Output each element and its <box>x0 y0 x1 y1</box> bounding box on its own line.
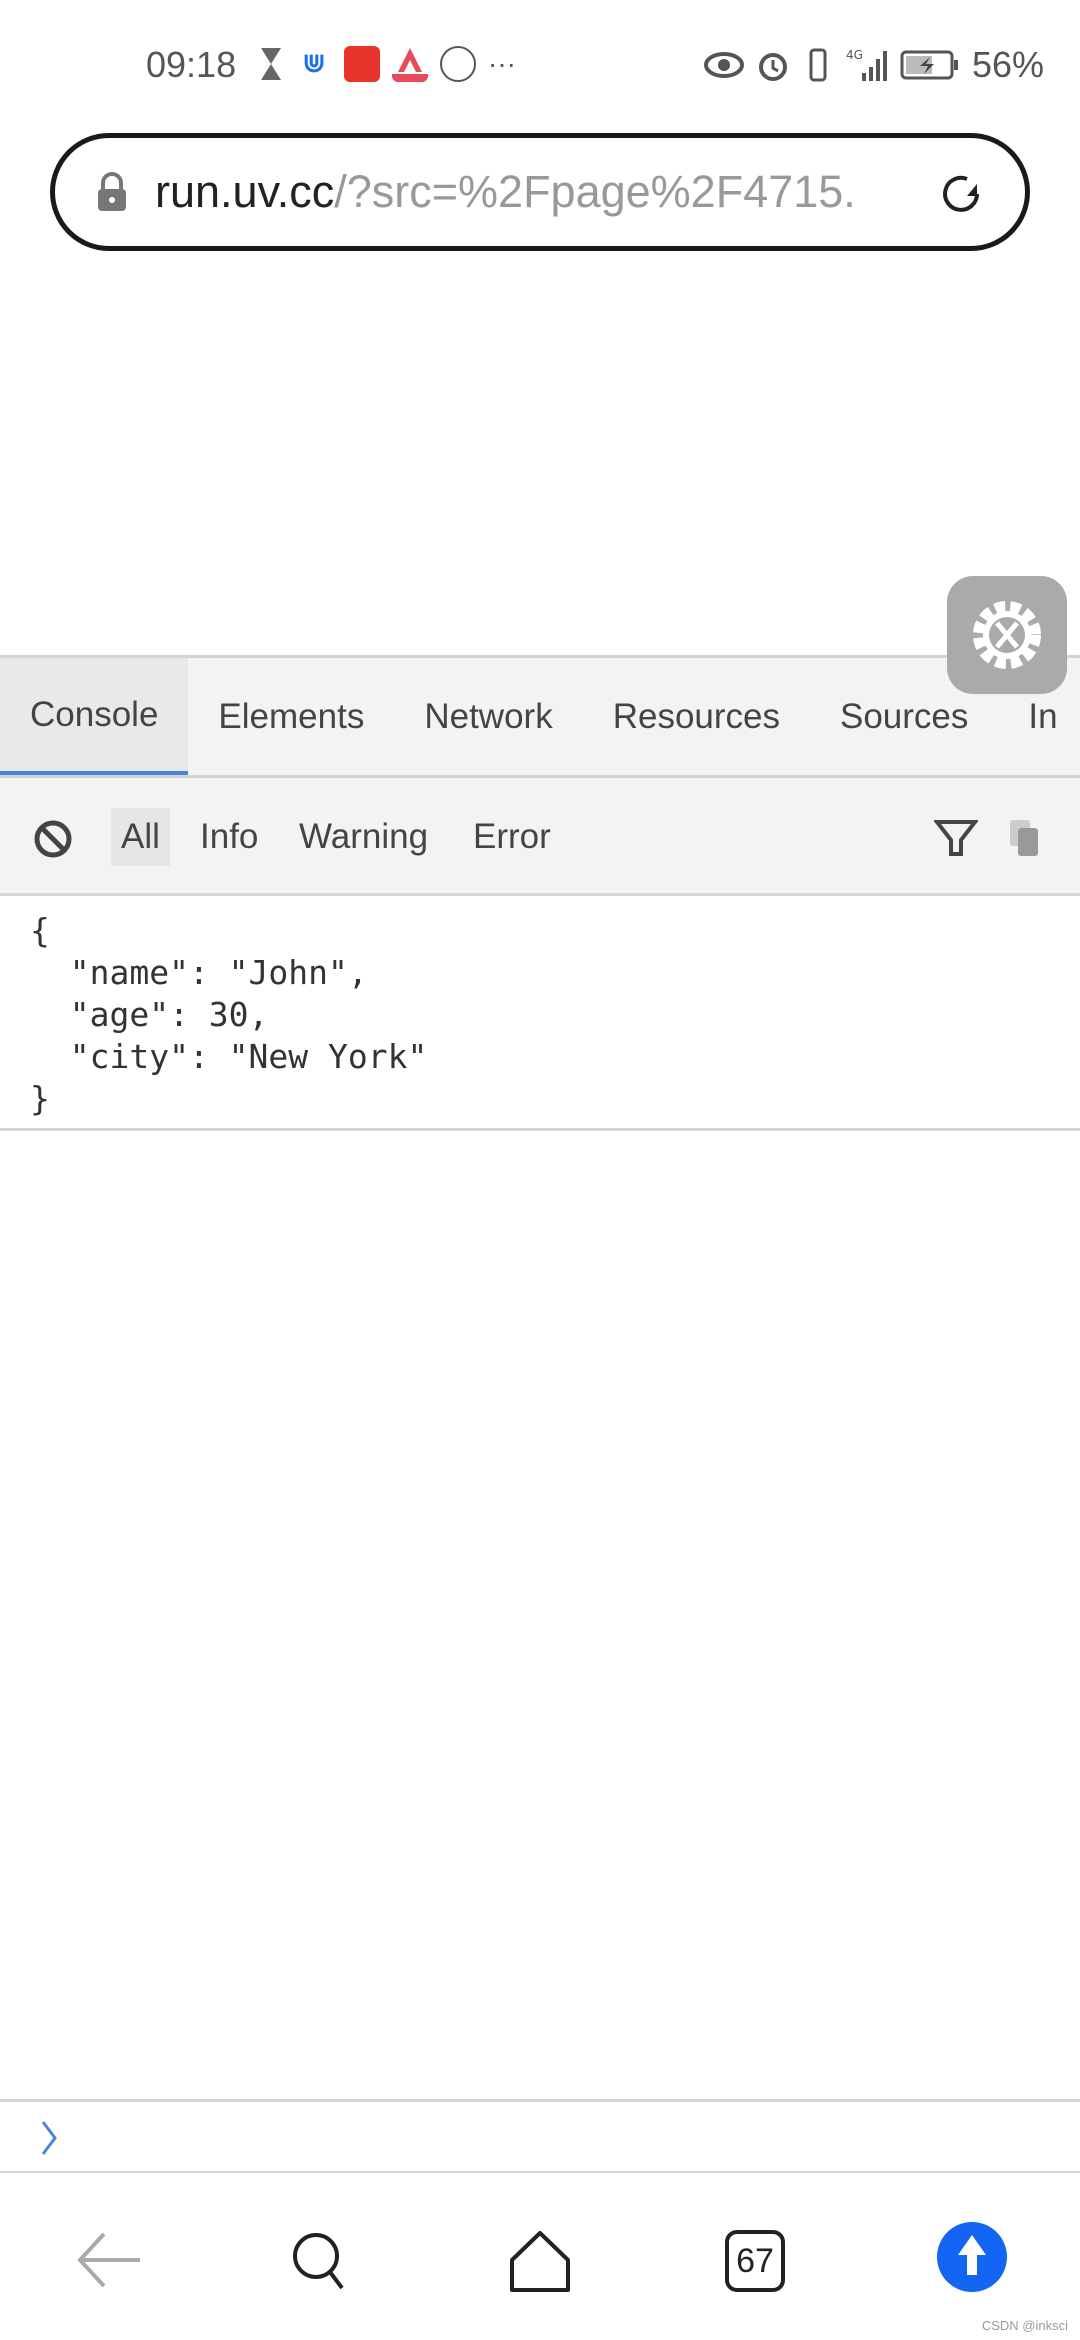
more-notifications-icon: ··· <box>488 48 516 79</box>
app-icon-red <box>344 46 380 82</box>
output-line: "city": "New York" <box>30 1037 428 1076</box>
clear-console-icon[interactable] <box>32 818 74 860</box>
vibrate-icon <box>809 48 827 82</box>
output-line: "name": "John", <box>30 953 368 992</box>
tabs-count-button[interactable]: 67 <box>725 2230 785 2292</box>
tab-resources[interactable]: Resources <box>583 658 810 775</box>
devtools-tab-bar: Console Elements Network Resources Sourc… <box>0 655 1080 778</box>
notification-icons: ⋓ ··· <box>258 46 516 82</box>
battery-percent: 56% <box>971 44 1044 85</box>
signal-4g-icon: 4G <box>846 48 887 81</box>
filter-icon[interactable] <box>934 818 978 858</box>
home-icon[interactable] <box>508 2230 572 2294</box>
status-time: 09:18 <box>146 44 237 85</box>
output-line: { <box>30 911 50 950</box>
app-icon-a <box>392 46 428 82</box>
browser-bottom-nav: 67 <box>0 2175 1080 2340</box>
app-icon-m <box>440 46 476 82</box>
hourglass-icon <box>261 48 281 80</box>
url-path: /?src=%2Fpage%2F4715. <box>334 166 856 217</box>
tab-console[interactable]: Console <box>0 658 189 775</box>
battery-charging-icon <box>900 50 958 80</box>
copy-icon[interactable] <box>1008 818 1044 858</box>
gear-tools-icon <box>973 601 1041 669</box>
tab-network[interactable]: Network <box>394 658 582 775</box>
console-output: { "name": "John", "age": 30, "city": "Ne… <box>0 898 1080 1131</box>
upload-arrow-icon[interactable] <box>936 2221 1008 2293</box>
watermark: CSDN @inksci <box>981 2318 1068 2333</box>
output-line: "age": 30, <box>30 995 269 1034</box>
address-bar[interactable]: run.uv.cc/?src=%2Fpage%2F4715. <box>50 133 1030 251</box>
search-icon[interactable] <box>290 2230 350 2292</box>
app-icon-blue: ⋓ <box>296 46 332 82</box>
url-host: run.uv.cc <box>155 166 335 217</box>
filter-all[interactable]: All <box>111 808 170 866</box>
filter-warning[interactable]: Warning <box>289 808 438 866</box>
back-icon[interactable] <box>74 2230 144 2290</box>
filter-error[interactable]: Error <box>463 808 561 866</box>
prompt-chevron-icon <box>41 2121 57 2155</box>
eye-icon <box>703 52 744 78</box>
lock-icon <box>98 172 126 211</box>
tab-elements[interactable]: Elements <box>188 658 394 775</box>
filter-info[interactable]: Info <box>190 808 268 866</box>
svg-text:4G: 4G <box>846 48 863 62</box>
reload-icon[interactable] <box>937 170 985 218</box>
devtools-settings-button[interactable] <box>947 576 1067 694</box>
alarm-icon <box>758 53 787 81</box>
console-filter-bar: All Info Warning Error <box>0 778 1080 896</box>
console-input[interactable] <box>0 2099 1080 2173</box>
status-bar: 09:18 ⋓ ··· 4G 56% <box>0 0 1080 120</box>
output-line: } <box>30 1079 50 1118</box>
